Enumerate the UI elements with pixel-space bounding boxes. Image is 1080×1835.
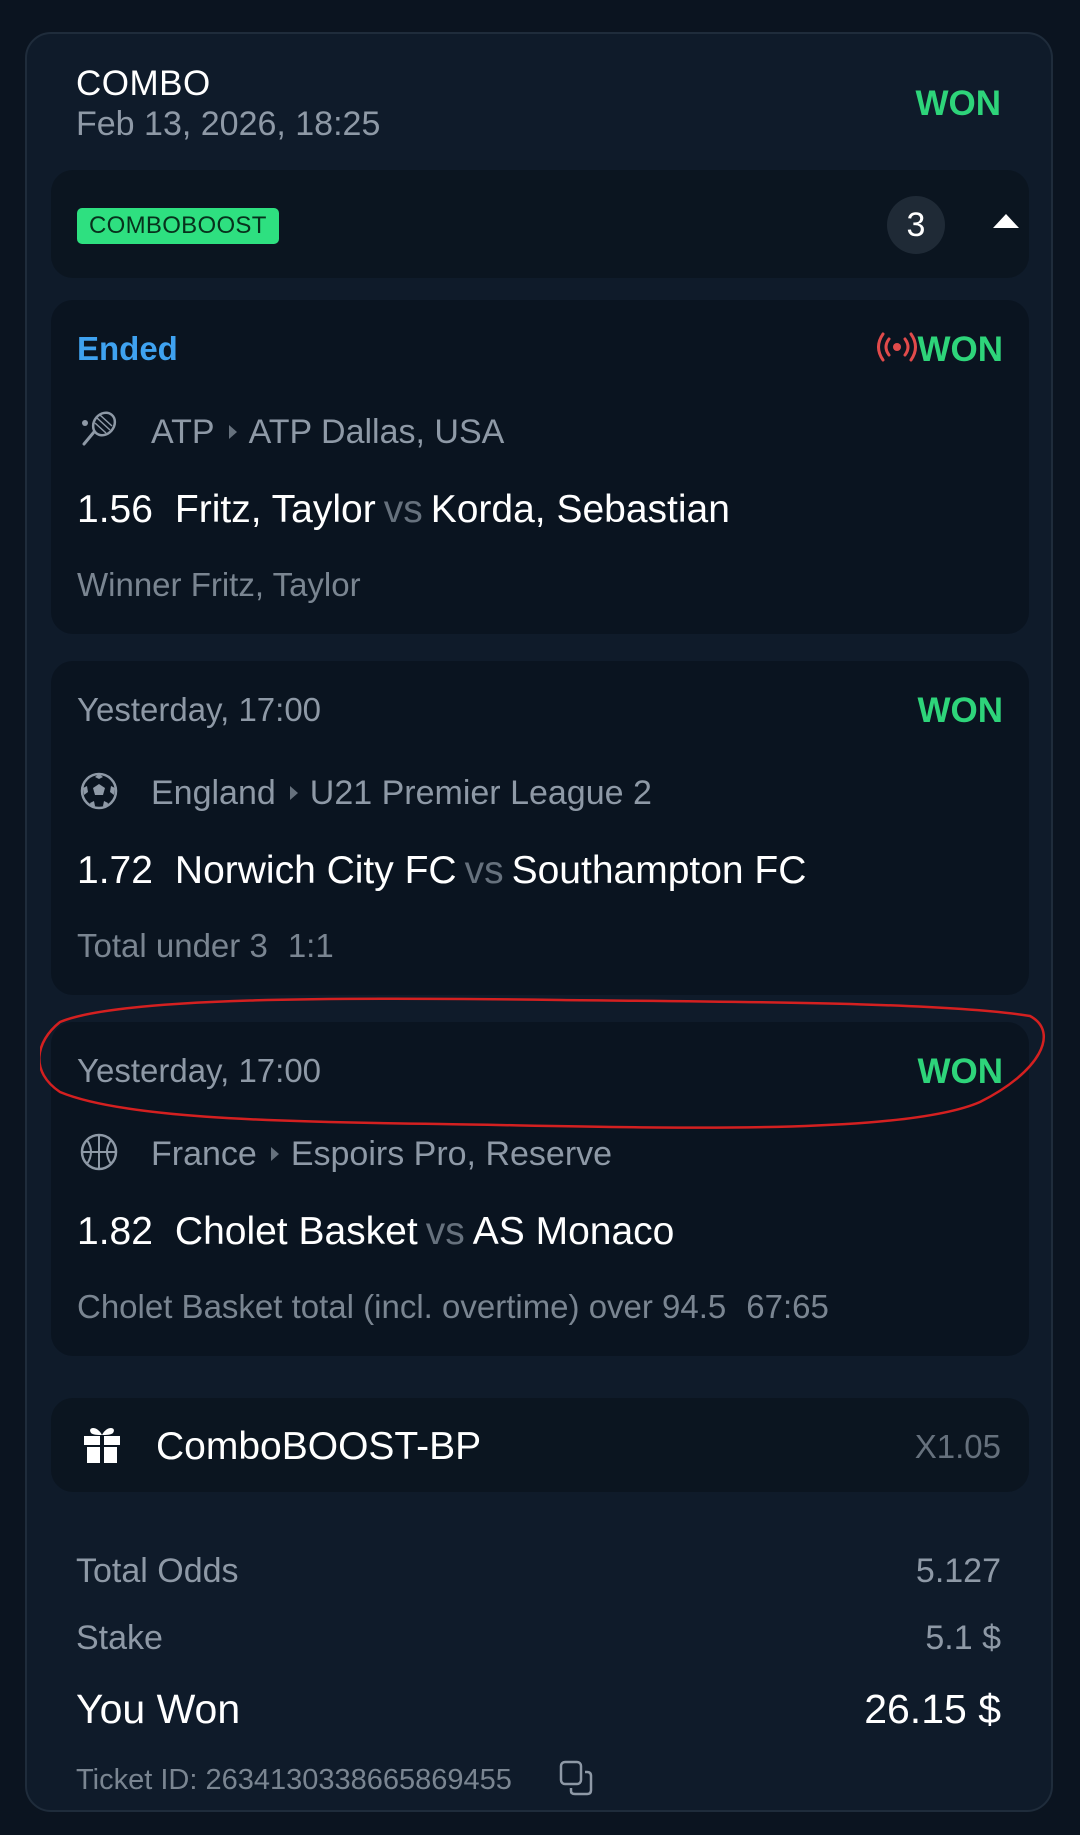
event-status: Yesterday, 17:00 xyxy=(77,691,322,728)
event-result: WON xyxy=(917,691,1003,730)
gift-icon xyxy=(84,1428,120,1463)
away-team: AS Monaco xyxy=(472,1210,675,1253)
event-tournament: ATP Dallas, USA xyxy=(248,413,505,451)
event-match: 1.72 Norwich City FC vs Southampton FC xyxy=(77,849,806,893)
event-pick: Total under 3 1:1 xyxy=(77,927,334,965)
event-card: Ended WON ATP ATP Dallas, USA 1.56 Fritz, … xyxy=(51,300,1029,634)
event-score: 67:65 xyxy=(746,1288,829,1325)
tennis-icon xyxy=(82,411,117,446)
home-team: Fritz, Taylor xyxy=(174,488,376,531)
away-team: Korda, Sebastian xyxy=(430,488,730,531)
stake-value: 5.1 $ xyxy=(925,1619,1001,1657)
event-match: 1.56 Fritz, Taylor vs Korda, Sebastian xyxy=(77,488,730,532)
event-league: ATP ATP Dallas, USA xyxy=(151,413,504,452)
comboboost-badge: COMBOBOOST xyxy=(77,208,279,244)
boost-row: ComboBOOST-BP X1.05 xyxy=(51,1398,1029,1492)
event-league: France Espoirs Pro, Reserve xyxy=(151,1135,612,1174)
you-won-value: 26.15 $ xyxy=(864,1686,1001,1732)
event-league: England U21 Premier League 2 xyxy=(151,774,652,813)
copy-icon[interactable] xyxy=(557,1758,597,1798)
bet-type: COMBO xyxy=(76,64,211,103)
basketball-icon xyxy=(80,1133,118,1171)
event-result: WON xyxy=(917,330,1003,369)
bet-card: COMBO Feb 13, 2026, 18:25 WON COMBOBOOST… xyxy=(25,32,1053,1812)
chevron-up-icon[interactable] xyxy=(993,214,1019,228)
event-status: Ended xyxy=(77,330,178,367)
event-country: France xyxy=(151,1135,257,1173)
vs-label: vs xyxy=(383,488,423,531)
event-match: 1.82 Cholet Basket vs AS Monaco xyxy=(77,1210,674,1254)
event-tournament: U21 Premier League 2 xyxy=(309,774,652,812)
event-card: Yesterday, 17:00 WON France Espoirs Pro, … xyxy=(51,1022,1029,1356)
boost-label: ComboBOOST-BP xyxy=(156,1425,482,1468)
total-odds-label: Total Odds xyxy=(76,1552,239,1590)
event-country: ATP xyxy=(151,413,215,451)
event-odds: 1.56 xyxy=(77,488,153,531)
live-broadcast-icon xyxy=(877,332,917,362)
boost-multiplier: X1.05 xyxy=(914,1428,1001,1465)
event-country: England xyxy=(151,774,276,812)
pick-label: Cholet Basket total (incl. overtime) ove… xyxy=(77,1288,727,1325)
pick-label: Total under 3 xyxy=(77,927,268,964)
total-odds-value: 5.127 xyxy=(915,1552,1001,1590)
vs-label: vs xyxy=(464,849,504,892)
selection-count: 3 xyxy=(887,196,945,254)
away-team: Southampton FC xyxy=(511,849,807,892)
combo-header-row[interactable]: COMBOBOOST 3 xyxy=(51,170,1029,278)
event-status: Yesterday, 17:00 xyxy=(77,1052,322,1089)
stake-label: Stake xyxy=(76,1619,163,1657)
event-pick: Cholet Basket total (incl. overtime) ove… xyxy=(77,1288,829,1326)
event-card: Yesterday, 17:00 WON England U21 Premier … xyxy=(51,661,1029,995)
ticket-id: Ticket ID: 263413033866586945​5 xyxy=(76,1764,512,1796)
event-pick: Winner Fritz, Taylor xyxy=(77,566,381,604)
home-team: Cholet Basket xyxy=(174,1210,418,1253)
event-odds: 1.82 xyxy=(77,1210,153,1253)
soccer-ball-icon xyxy=(80,772,118,810)
event-odds: 1.72 xyxy=(77,849,153,892)
event-score: 1:1 xyxy=(287,927,334,964)
event-result: WON xyxy=(917,1052,1003,1091)
pick-label: Winner Fritz, Taylor xyxy=(77,566,361,603)
bet-date: Feb 13, 2026, 18:25 xyxy=(76,105,381,143)
bet-status: WON xyxy=(915,84,1001,123)
vs-label: vs xyxy=(425,1210,465,1253)
you-won-label: You Won xyxy=(76,1686,241,1732)
home-team: Norwich City FC xyxy=(174,849,457,892)
event-tournament: Espoirs Pro, Reserve xyxy=(290,1135,613,1173)
